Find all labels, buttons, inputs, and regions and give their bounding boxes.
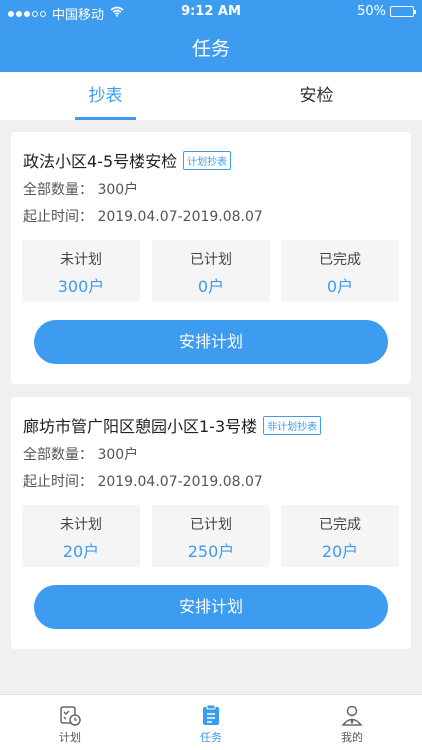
status-bar: 中国移动 9:12 AM 50% (0, 0, 422, 24)
tab-safety-check[interactable]: 安检 (211, 72, 422, 120)
stat-label: 已计划 (190, 252, 232, 268)
stat-label: 已完成 (319, 517, 361, 533)
tab-label: 安检 (299, 86, 334, 106)
user-icon (341, 705, 363, 726)
arrange-plan-button[interactable]: 安排计划 (34, 585, 388, 629)
nav-label: 计划 (59, 731, 81, 744)
stat-completed[interactable]: 已完成 0户 (281, 240, 399, 302)
task-card: 廊坊市管广阳区憩园小区1-3号楼 非计划抄表 全部数量： 300户 起止时间： … (11, 397, 411, 649)
nav-plan[interactable]: 计划 (0, 695, 140, 750)
stat-completed[interactable]: 已完成 20户 (281, 505, 399, 567)
clipboard-icon (203, 704, 219, 725)
tab-meter-reading[interactable]: 抄表 (0, 72, 211, 120)
stat-label: 未计划 (60, 517, 102, 533)
task-name: 廊坊市管广阳区憩园小区1-3号楼 (23, 417, 258, 436)
stat-planned[interactable]: 已计划 250户 (152, 505, 270, 567)
nav-label: 我的 (341, 731, 363, 744)
nav-profile[interactable]: 我的 (282, 695, 422, 750)
task-total: 全部数量： 300户 (23, 182, 139, 198)
task-period: 起止时间： 2019.04.07-2019.08.07 (23, 209, 263, 225)
task-title: 政法小区4-5号楼安检 计划抄表 (23, 148, 232, 172)
stat-value: 20户 (321, 542, 359, 561)
battery-icon (390, 6, 416, 17)
page-title: 任务 (191, 38, 230, 60)
stat-value: 250户 (187, 542, 235, 561)
nav-label: 任务 (200, 731, 222, 744)
stat-value: 0户 (197, 277, 225, 296)
stat-unplanned[interactable]: 未计划 300户 (22, 240, 140, 302)
bottom-nav: 计划 任务 我的 (0, 694, 422, 750)
task-total: 全部数量： 300户 (23, 447, 139, 463)
task-name: 政法小区4-5号楼安检 (23, 152, 178, 171)
task-type-badge: 计划抄表 (183, 150, 232, 170)
calendar-clock-icon (60, 706, 81, 726)
stat-label: 已计划 (190, 517, 232, 533)
stat-value: 0户 (326, 277, 354, 296)
arrange-plan-button[interactable]: 安排计划 (34, 320, 388, 364)
stat-value: 20户 (62, 542, 100, 561)
stat-value: 300户 (57, 277, 105, 296)
stat-unplanned[interactable]: 未计划 20户 (22, 505, 140, 567)
tab-label: 抄表 (88, 86, 123, 106)
stat-planned[interactable]: 已计划 0户 (152, 240, 270, 302)
tab-bar: 抄表 安检 (0, 72, 422, 120)
stat-label: 已完成 (319, 252, 361, 268)
battery-percent: 50% (357, 4, 386, 19)
task-period: 起止时间： 2019.04.07-2019.08.07 (23, 474, 263, 490)
stat-label: 未计划 (60, 252, 102, 268)
tab-indicator (75, 117, 136, 120)
task-card: 政法小区4-5号楼安检 计划抄表 全部数量： 300户 起止时间： 2019.0… (11, 132, 411, 384)
nav-tasks[interactable]: 任务 (141, 695, 281, 750)
task-title: 廊坊市管广阳区憩园小区1-3号楼 非计划抄表 (23, 413, 322, 437)
task-type-badge: 非计划抄表 (263, 415, 322, 435)
header-bar: 中国移动 9:12 AM 50% 任务 (0, 0, 422, 72)
